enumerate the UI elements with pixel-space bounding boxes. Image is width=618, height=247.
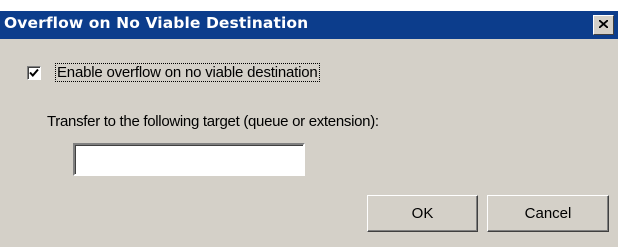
overflow-checkbox[interactable] [27,66,41,80]
transfer-target-input[interactable] [73,143,305,176]
checkmark-icon [29,68,39,77]
close-button[interactable] [593,15,614,35]
ok-button[interactable]: OK [367,195,478,232]
transfer-target-label: Transfer to the following target (queue … [47,113,379,130]
cancel-button[interactable]: Cancel [487,195,609,232]
overflow-dialog: Overflow on No Viable Destination Enable… [0,0,618,247]
title-bar[interactable]: Overflow on No Viable Destination [0,11,618,39]
dialog-title: Overflow on No Viable Destination [4,14,309,32]
close-icon [599,20,608,28]
overflow-checkbox-label[interactable]: Enable overflow on no viable destination [55,63,320,82]
